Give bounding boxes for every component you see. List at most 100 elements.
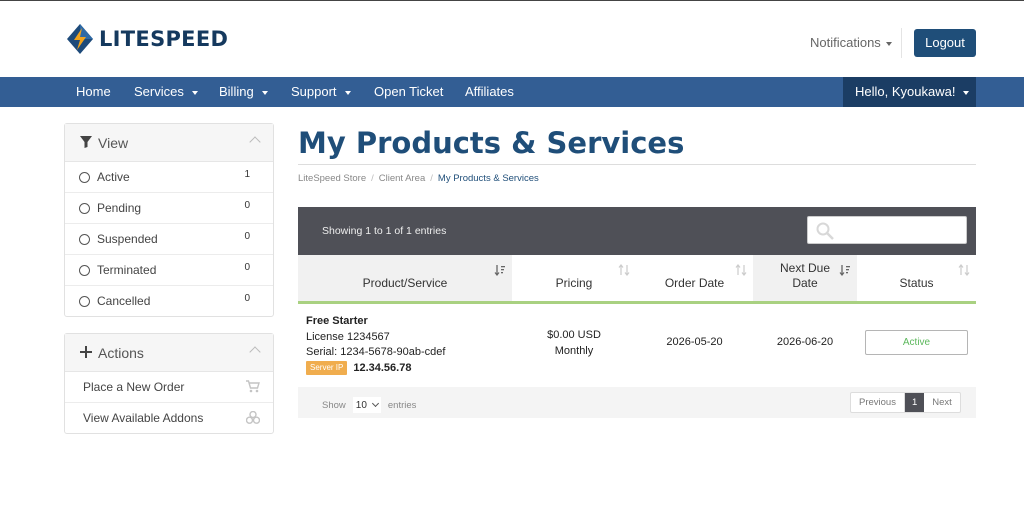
server-ip-row: Server IP 12.34.56.78	[306, 361, 445, 377]
litespeed-logo-icon	[67, 24, 93, 54]
caret-down-icon	[344, 90, 351, 95]
length-label-before: Show	[322, 399, 346, 411]
notifications-label: Notifications	[810, 35, 881, 50]
caret-down-icon	[261, 90, 268, 95]
filter-count: 0	[244, 231, 250, 242]
filter-cancelled[interactable]: Cancelled 0	[65, 286, 273, 317]
radio-icon[interactable]	[79, 265, 90, 276]
chevron-up-icon[interactable]	[249, 136, 261, 148]
billing-cycle: Monthly	[554, 344, 594, 357]
nav-item-support[interactable]: Support	[291, 77, 351, 107]
next-due-date-cell: 2026-06-20	[776, 336, 834, 348]
page-length-control: Show 10 entries	[322, 397, 416, 413]
nav-item-label: Home	[76, 84, 111, 99]
column-header-pricing[interactable]: Pricing	[512, 255, 636, 304]
sort-desc-icon	[839, 264, 851, 279]
view-panel-title: View	[98, 135, 129, 151]
filter-suspended[interactable]: Suspended 0	[65, 224, 273, 255]
next-page-button[interactable]: Next	[924, 393, 960, 412]
table-toolbar: Showing 1 to 1 of 1 entries	[298, 207, 976, 255]
action-place-new-order[interactable]: Place a New Order	[65, 372, 273, 403]
header-divider	[901, 28, 902, 58]
nav-item-label: Affiliates	[465, 84, 514, 99]
caret-down-icon	[191, 90, 198, 95]
filter-terminated[interactable]: Terminated 0	[65, 255, 273, 286]
filter-icon	[80, 136, 92, 151]
title-divider	[298, 164, 976, 165]
table-header: Product/Service Pricing Order Date Next …	[298, 255, 976, 304]
sort-icon	[735, 264, 747, 279]
filter-label: Pending	[97, 201, 142, 215]
filter-label: Cancelled	[97, 294, 151, 308]
plus-icon	[80, 346, 92, 361]
sort-icon	[618, 264, 630, 279]
actions-panel: Actions Place a New Order View Available…	[64, 333, 274, 434]
brand-logo[interactable]: LITESPEED	[66, 23, 228, 55]
filter-label: Suspended	[97, 232, 158, 246]
nav-item-label: Support	[291, 84, 337, 99]
table-info: Showing 1 to 1 of 1 entries	[322, 225, 447, 237]
view-panel-header[interactable]: View	[65, 124, 273, 162]
caret-down-icon	[963, 90, 970, 95]
filter-count: 1	[244, 169, 250, 180]
logout-button[interactable]: Logout	[914, 29, 976, 57]
chevron-down-icon	[371, 399, 379, 408]
nav-item-label: Open Ticket	[374, 84, 444, 99]
radio-icon[interactable]	[79, 296, 90, 307]
pricing-cell: $0.00 USD Monthly	[512, 328, 636, 359]
filter-label: Active	[97, 170, 130, 184]
nav-item-label: Services	[134, 84, 184, 99]
page-1-button[interactable]: 1	[904, 393, 925, 412]
filter-count: 0	[244, 200, 250, 211]
actions-panel-title: Actions	[98, 345, 144, 361]
nav-item-label: Billing	[219, 84, 254, 99]
column-label: Next Due Date	[779, 261, 831, 290]
filter-label: Terminated	[97, 263, 157, 277]
chevron-up-icon[interactable]	[249, 346, 261, 358]
nav-item-open-ticket[interactable]: Open Ticket	[374, 77, 443, 107]
product-name: Free Starter	[306, 315, 368, 327]
status-badge: Active	[865, 330, 968, 355]
site-header: LITESPEED Notifications Logout	[0, 1, 1024, 77]
price-amount: $0.00 USD	[547, 329, 601, 341]
column-header-order-date[interactable]: Order Date	[636, 255, 753, 304]
product-license: License 1234567	[306, 330, 390, 343]
cart-icon	[246, 380, 260, 396]
filter-count: 0	[244, 262, 250, 273]
previous-page-button[interactable]: Previous	[851, 393, 905, 412]
filter-active[interactable]: Active 1	[65, 162, 273, 193]
breadcrumb-separator: /	[430, 173, 433, 184]
page-length-select[interactable]: 10	[352, 397, 381, 413]
actions-panel-header[interactable]: Actions	[65, 334, 273, 372]
length-label-after: entries	[387, 399, 417, 411]
nav-item-affiliates[interactable]: Affiliates	[465, 77, 514, 107]
table-row[interactable]: Free Starter License 1234567 Serial: 123…	[298, 306, 976, 386]
product-cell: Free Starter License 1234567 Serial: 123…	[306, 314, 445, 376]
order-date-cell: 2026-05-20	[666, 336, 723, 348]
filter-pending[interactable]: Pending 0	[65, 193, 273, 224]
action-view-available-addons[interactable]: View Available Addons	[65, 403, 273, 434]
server-ip-value: 12.34.56.78	[353, 361, 412, 374]
column-header-product[interactable]: Product/Service	[298, 255, 512, 304]
pagination: Previous 1 Next	[850, 392, 961, 413]
nav-item-home[interactable]: Home	[76, 77, 111, 107]
user-menu-dropdown[interactable]: Hello, Kyoukawa!	[843, 77, 976, 107]
brand-name: LITESPEED	[99, 27, 229, 51]
column-header-status[interactable]: Status	[857, 255, 976, 304]
radio-icon[interactable]	[79, 172, 90, 183]
nav-item-billing[interactable]: Billing	[219, 77, 268, 107]
main-navbar: Home Services Billing Support Open Ticke…	[0, 77, 1024, 107]
radio-icon[interactable]	[79, 203, 90, 214]
radio-icon[interactable]	[79, 234, 90, 245]
action-label: Place a New Order	[83, 380, 185, 394]
table-footer: Show 10 entries Previous 1 Next	[298, 387, 976, 418]
breadcrumb-link-store[interactable]: LiteSpeed Store	[298, 173, 366, 184]
caret-down-icon	[885, 41, 892, 46]
nav-item-services[interactable]: Services	[134, 77, 198, 107]
column-header-next-due-date[interactable]: Next Due Date	[753, 255, 857, 304]
sort-icon	[958, 264, 970, 279]
breadcrumb-link-client-area[interactable]: Client Area	[379, 173, 425, 184]
notifications-dropdown[interactable]: Notifications	[810, 35, 892, 50]
table-search-input[interactable]	[807, 216, 967, 244]
breadcrumb: LiteSpeed Store / Client Area / My Products …	[298, 173, 539, 184]
